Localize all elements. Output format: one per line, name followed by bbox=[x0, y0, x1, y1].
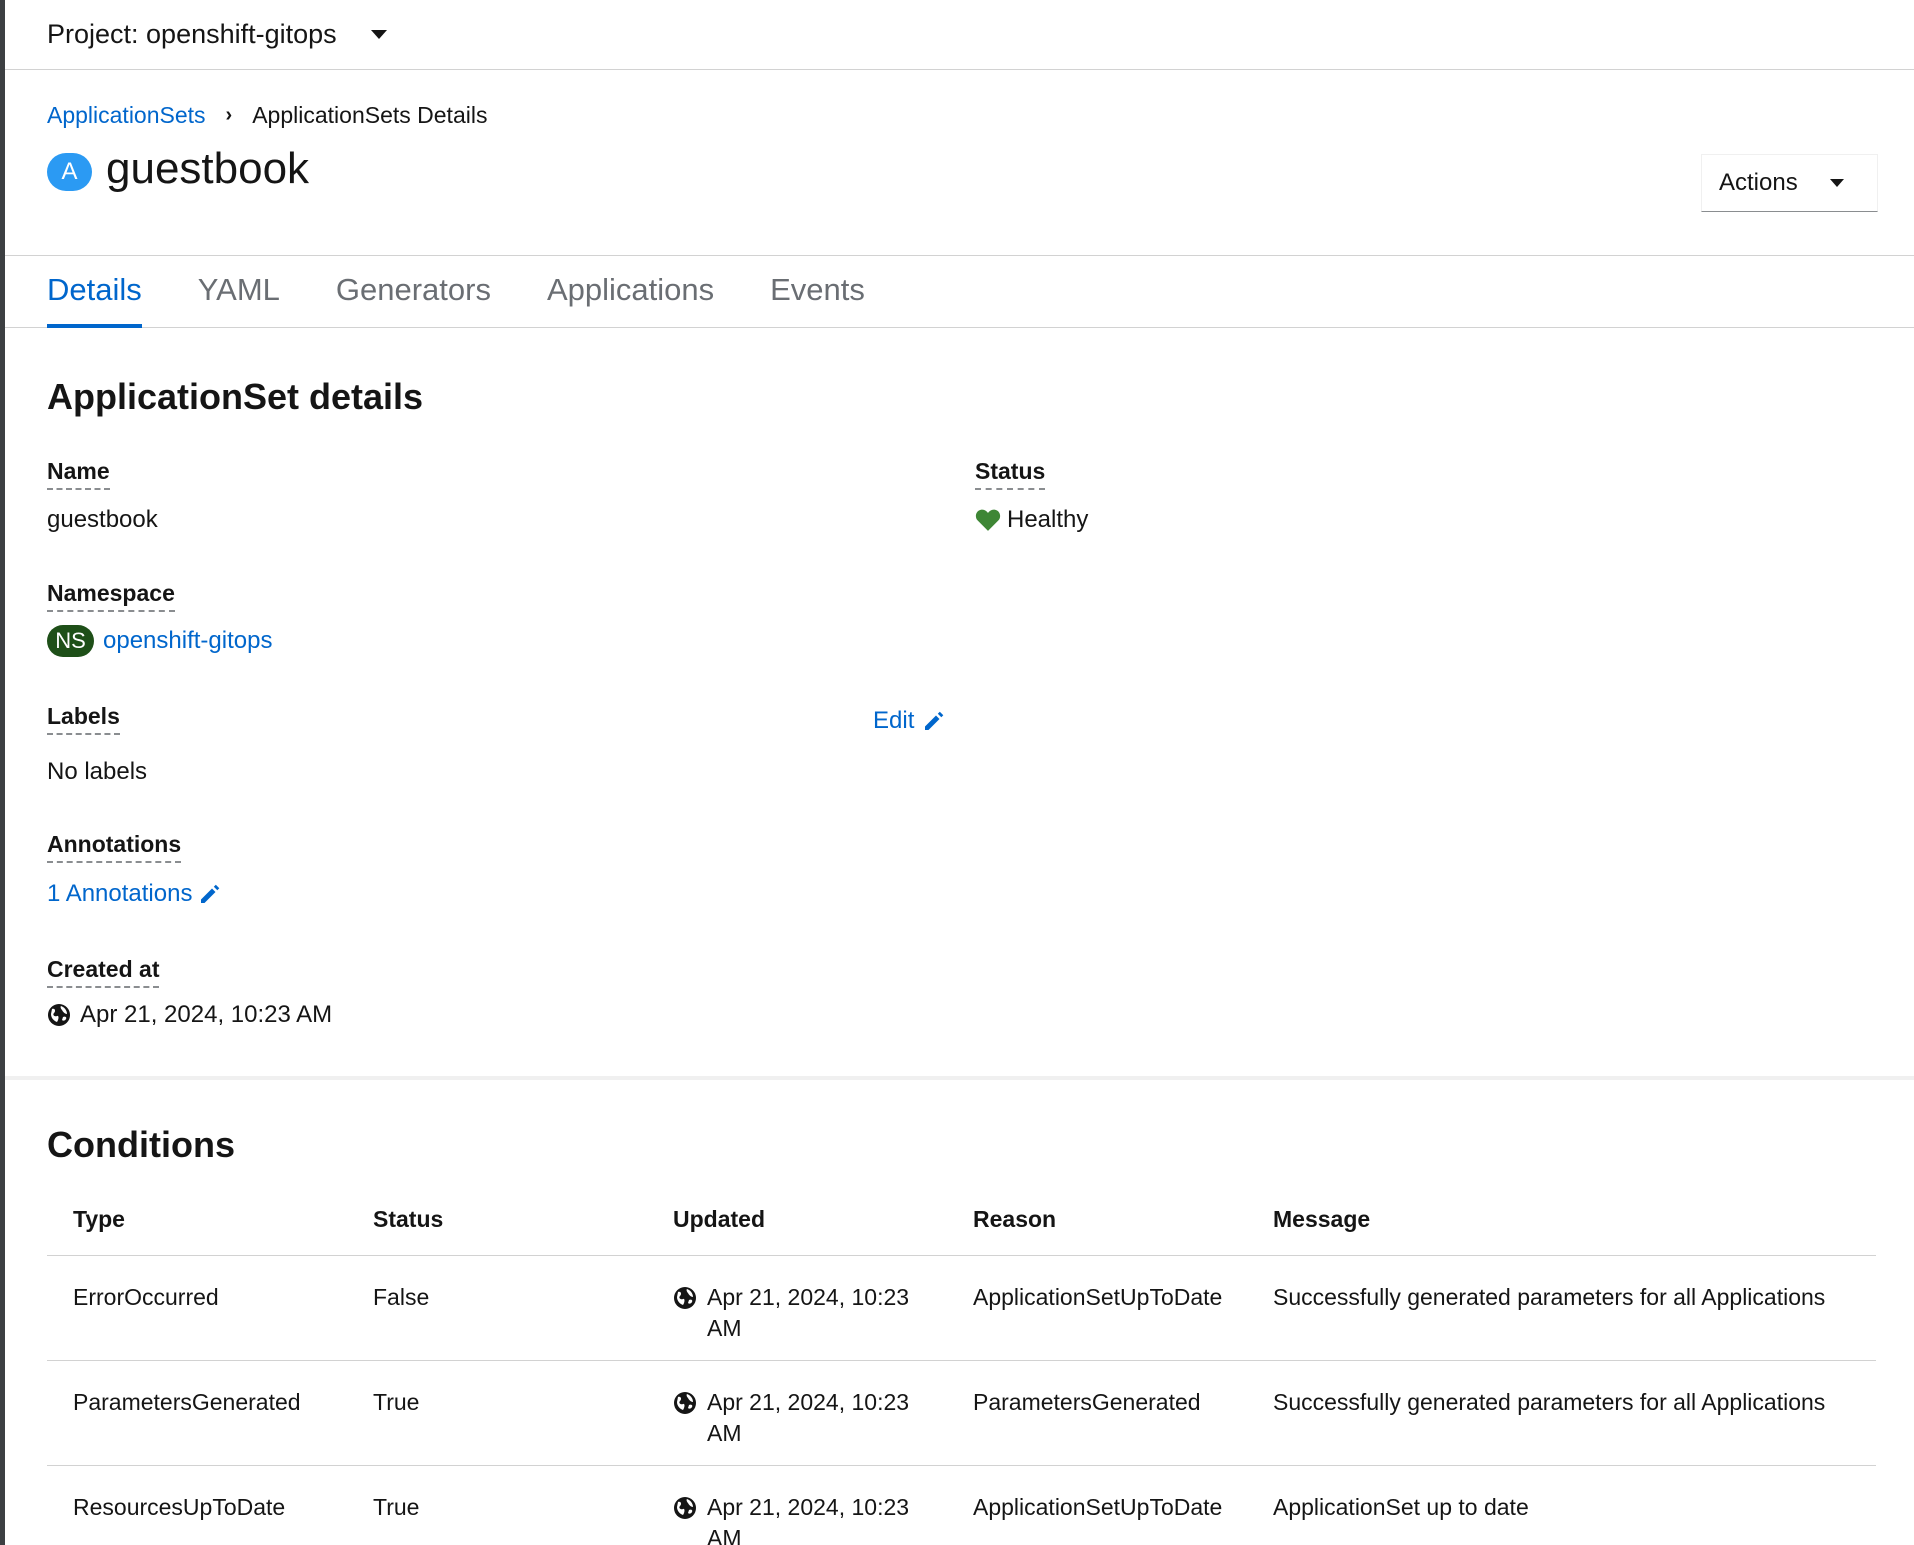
pencil-icon bbox=[925, 711, 944, 730]
cell-updated: Apr 21, 2024, 10:23 AM bbox=[647, 1465, 947, 1545]
globe-icon bbox=[674, 1287, 696, 1309]
namespace-value: NS openshift-gitops bbox=[47, 625, 272, 657]
column-header-status: Status bbox=[347, 1196, 647, 1256]
globe-icon bbox=[674, 1497, 696, 1519]
column-header-reason: Reason bbox=[947, 1196, 1247, 1256]
section-divider bbox=[5, 1076, 1914, 1080]
tab-generators[interactable]: Generators bbox=[336, 256, 491, 328]
table-row: ResourcesUpToDate True Apr 21, 2024, 10:… bbox=[47, 1465, 1876, 1545]
table-row: ParametersGenerated True Apr 21, 2024, 1… bbox=[47, 1360, 1876, 1466]
namespace-badge: NS bbox=[47, 625, 94, 657]
heart-icon bbox=[975, 509, 1001, 531]
chevron-right-icon: › bbox=[225, 104, 233, 126]
cell-type: ResourcesUpToDate bbox=[47, 1465, 347, 1545]
status-label[interactable]: Status bbox=[975, 458, 1046, 490]
labels-label[interactable]: Labels bbox=[47, 703, 120, 735]
page-title: guestbook bbox=[106, 144, 310, 193]
breadcrumb: ApplicationSets › ApplicationSets Detail… bbox=[47, 102, 487, 129]
column-header-updated: Updated bbox=[647, 1196, 947, 1256]
column-header-type: Type bbox=[47, 1196, 347, 1256]
annotations-label[interactable]: Annotations bbox=[47, 831, 182, 863]
labels-value: No labels bbox=[47, 758, 148, 785]
tab-yaml[interactable]: YAML bbox=[198, 256, 280, 328]
tab-details[interactable]: Details bbox=[47, 256, 142, 328]
name-value: guestbook bbox=[47, 506, 158, 533]
edit-labels-text: Edit bbox=[873, 707, 915, 734]
created-at-label[interactable]: Created at bbox=[47, 956, 160, 988]
cell-updated: Apr 21, 2024, 10:23 AM bbox=[647, 1255, 947, 1361]
cell-status: True bbox=[347, 1465, 647, 1545]
cell-type: ParametersGenerated bbox=[47, 1360, 347, 1466]
cell-updated: Apr 21, 2024, 10:23 AM bbox=[647, 1360, 947, 1466]
name-label[interactable]: Name bbox=[47, 458, 110, 490]
section-title: ApplicationSet details bbox=[47, 376, 424, 417]
table-header-row: Type Status Updated Reason Message bbox=[47, 1196, 1876, 1256]
conditions-title: Conditions bbox=[47, 1124, 235, 1165]
caret-down-icon bbox=[1829, 179, 1844, 187]
cell-status: False bbox=[347, 1255, 647, 1361]
cell-message: Successfully generated parameters for al… bbox=[1247, 1360, 1876, 1466]
updated-text: Apr 21, 2024, 10:23 AM bbox=[707, 1494, 910, 1545]
created-at-text: Apr 21, 2024, 10:23 AM bbox=[80, 1001, 333, 1028]
breadcrumb-applicationsets-link[interactable]: ApplicationSets bbox=[47, 102, 206, 129]
status-text: Healthy bbox=[1007, 506, 1089, 533]
tab-bar: Details YAML Generators Applications Eve… bbox=[5, 256, 1914, 328]
cell-type: ErrorOccurred bbox=[47, 1255, 347, 1361]
annotations-value[interactable]: 1 Annotations bbox=[47, 880, 222, 908]
caret-down-icon[interactable] bbox=[370, 30, 387, 39]
actions-dropdown[interactable]: Actions bbox=[1701, 154, 1878, 212]
details-section: ApplicationSet details Name guestbook St… bbox=[5, 328, 1914, 1076]
annotations-link[interactable]: 1 Annotations bbox=[47, 880, 192, 908]
table-row: ErrorOccurred False Apr 21, 2024, 10:23 … bbox=[47, 1255, 1876, 1361]
cell-message: ApplicationSet up to date bbox=[1247, 1465, 1876, 1545]
actions-label: Actions bbox=[1719, 169, 1798, 196]
namespace-link[interactable]: openshift-gitops bbox=[103, 627, 272, 655]
resource-kind-badge: A bbox=[47, 153, 92, 191]
cell-message: Successfully generated parameters for al… bbox=[1247, 1255, 1876, 1361]
cell-reason: ParametersGenerated bbox=[947, 1360, 1247, 1466]
cell-reason: ApplicationSetUpToDate bbox=[947, 1465, 1247, 1545]
globe-icon bbox=[674, 1392, 696, 1414]
breadcrumb-current: ApplicationSets Details bbox=[252, 102, 488, 128]
updated-text: Apr 21, 2024, 10:23 AM bbox=[707, 1389, 910, 1446]
cell-reason: ApplicationSetUpToDate bbox=[947, 1255, 1247, 1361]
cell-status: True bbox=[347, 1360, 647, 1466]
column-header-message: Message bbox=[1247, 1196, 1876, 1256]
status-value: Healthy bbox=[975, 506, 1088, 534]
edit-labels-button[interactable]: Edit bbox=[873, 707, 946, 735]
updated-text: Apr 21, 2024, 10:23 AM bbox=[707, 1284, 910, 1341]
title-row: A guestbook bbox=[47, 144, 309, 194]
globe-icon bbox=[48, 1004, 70, 1026]
conditions-table: Type Status Updated Reason Message Error… bbox=[47, 1196, 1876, 1545]
namespace-label[interactable]: Namespace bbox=[47, 580, 175, 612]
project-selector[interactable]: Project: openshift-gitops bbox=[5, 0, 1914, 70]
page-header: ApplicationSets › ApplicationSets Detail… bbox=[5, 70, 1914, 256]
pencil-icon bbox=[201, 884, 220, 903]
tab-applications[interactable]: Applications bbox=[547, 256, 714, 328]
project-selector-label: Project: openshift-gitops bbox=[47, 19, 337, 49]
tab-events[interactable]: Events bbox=[770, 256, 865, 328]
created-at-value: Apr 21, 2024, 10:23 AM bbox=[47, 1001, 332, 1029]
